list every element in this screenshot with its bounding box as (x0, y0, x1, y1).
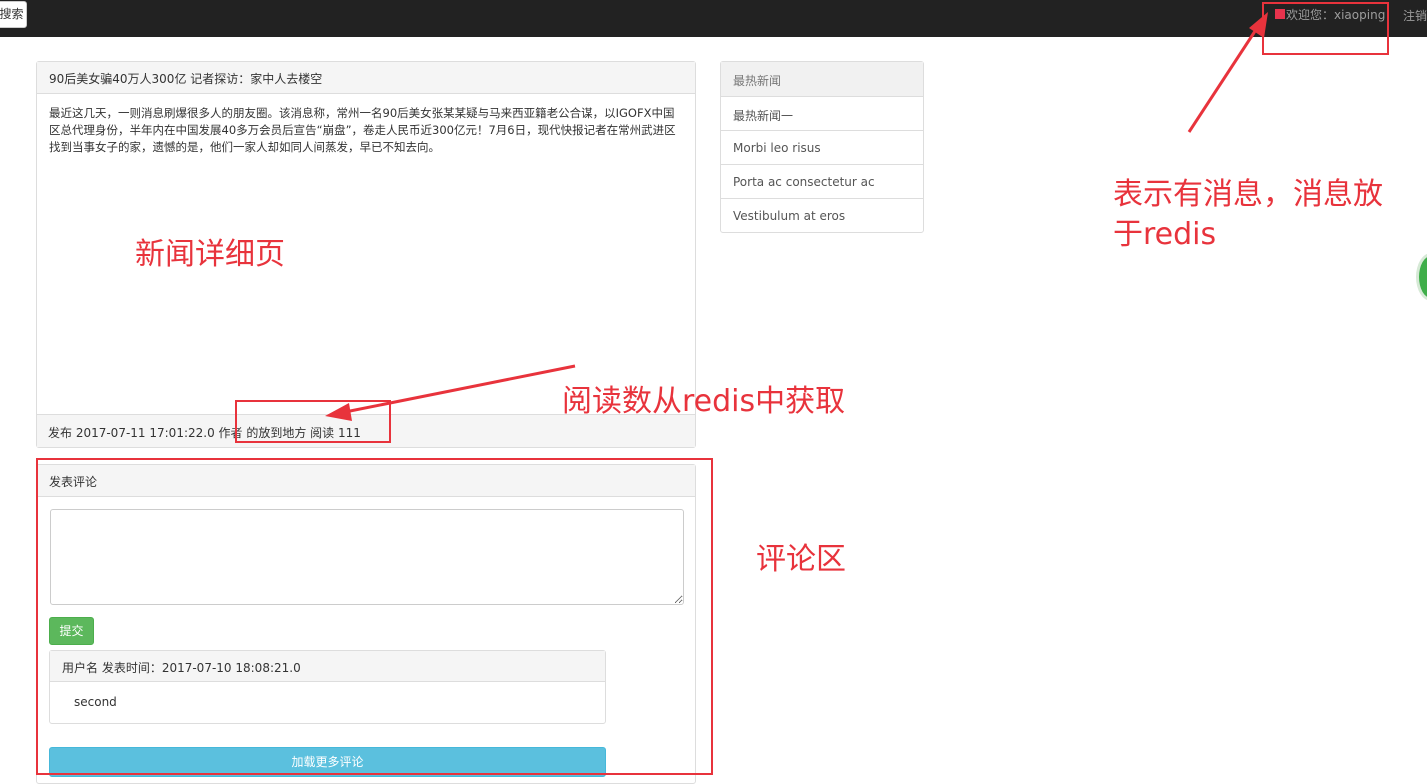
annotation-box-message (1262, 2, 1389, 55)
article-body: 最近这几天，一则消息刷爆很多人的朋友圈。该消息称，常州一名90后美女张某某疑与马… (49, 106, 676, 154)
floating-widget-icon[interactable] (1416, 253, 1427, 301)
hot-news-panel: 最热新闻 最热新闻一 Morbi leo risus Porta ac cons… (720, 61, 924, 233)
annotation-box-comment-area (36, 458, 713, 775)
hot-news-item[interactable]: 最热新闻一 (721, 97, 923, 131)
hot-news-item[interactable]: Porta ac consectetur ac (721, 165, 923, 199)
annotation-read-count: 阅读数从redis中获取 (562, 384, 846, 419)
annotation-box-read-count (235, 400, 391, 443)
logout-link[interactable]: 注销 (1403, 7, 1427, 24)
article-title: 90后美女骗40万人300亿 记者探访：家中人去楼空 (37, 62, 695, 94)
hot-news-item[interactable]: Morbi leo risus (721, 131, 923, 165)
annotation-arrow-message (1187, 21, 1263, 133)
annotation-comment-area: 评论区 (756, 542, 846, 577)
top-navbar: 搜索 欢迎您：xiaoping 注销 (0, 0, 1427, 37)
hot-news-heading: 最热新闻 (721, 62, 923, 97)
annotation-message-note-line2: 于redis (1113, 217, 1217, 252)
annotation-message-note-line1: 表示有消息，消息放 (1113, 177, 1383, 212)
annotation-news-detail: 新闻详细页 (135, 237, 285, 272)
search-button[interactable]: 搜索 (0, 1, 27, 28)
hot-news-item[interactable]: Vestibulum at eros (721, 199, 923, 233)
